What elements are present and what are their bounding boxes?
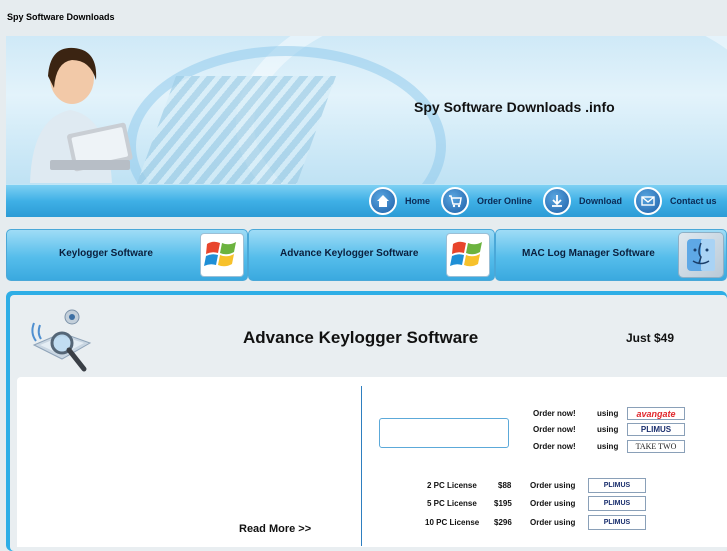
tab-label: Keylogger Software [59,248,153,259]
nav-label: Contact us [670,196,717,206]
plimus-order-button[interactable]: PLIMUS [588,515,646,530]
license-name: 10 PC License [425,518,480,527]
nav-order-online[interactable]: Order Online [441,185,532,217]
content-divider [361,386,362,546]
main-navigation: Home Order Online Download Contact us [6,184,727,217]
keylogger-product-icon [31,309,92,372]
order-using-label: using [597,425,619,434]
order-now-label: Order now! [533,409,576,418]
license-order-label: Order using [530,499,576,508]
mail-icon [634,187,662,215]
license-name: 2 PC License [427,481,477,490]
woman-with-laptop-image [30,47,133,183]
read-more-link[interactable]: Read More >> [239,523,311,535]
cart-icon [441,187,469,215]
site-name: Spy Software Downloads .info [414,99,615,115]
nav-contact-us[interactable]: Contact us [634,185,717,217]
tab-advance-keylogger-software[interactable]: Advance Keylogger Software [248,229,495,281]
page-title: Spy Software Downloads [7,12,115,22]
order-now-label: Order now! [533,425,576,434]
tab-keylogger-software[interactable]: Keylogger Software [6,229,248,281]
license-name: 5 PC License [427,499,477,508]
nav-label: Order Online [477,196,533,206]
plimus-order-button[interactable]: PLIMUS [588,496,646,511]
nav-label: Home [405,196,431,206]
order-using-label: using [597,442,619,451]
plimus-logo[interactable]: PLIMUS [627,423,685,436]
nav-label: Download [579,196,622,206]
order-using-label: using [597,409,619,418]
tab-mac-log-manager-software[interactable]: MAC Log Manager Software [495,229,727,281]
windows-logo-icon [447,234,489,276]
home-icon [369,187,397,215]
license-price: $195 [494,499,512,508]
product-title: Advance Keylogger Software [243,328,479,347]
order-now-label: Order now! [533,442,576,451]
header-banner: Spy Software Downloads .info [6,36,727,184]
license-order-label: Order using [530,518,576,527]
nav-home[interactable]: Home [369,185,430,217]
take-two-logo[interactable]: TAKE TWO [627,440,685,453]
avangate-logo[interactable]: avangate [627,407,685,420]
tab-label: Advance Keylogger Software [280,248,419,259]
license-order-label: Order using [530,481,576,490]
license-price: $296 [494,518,512,527]
mac-finder-icon [679,233,723,277]
windows-logo-icon [201,234,243,276]
product-price: Just $49 [626,331,675,345]
plimus-order-button[interactable]: PLIMUS [588,478,646,493]
nav-download[interactable]: Download [543,185,622,217]
tab-label: MAC Log Manager Software [522,248,655,259]
product-input-box[interactable] [379,418,509,448]
download-icon [543,187,571,215]
license-price: $88 [498,481,512,490]
